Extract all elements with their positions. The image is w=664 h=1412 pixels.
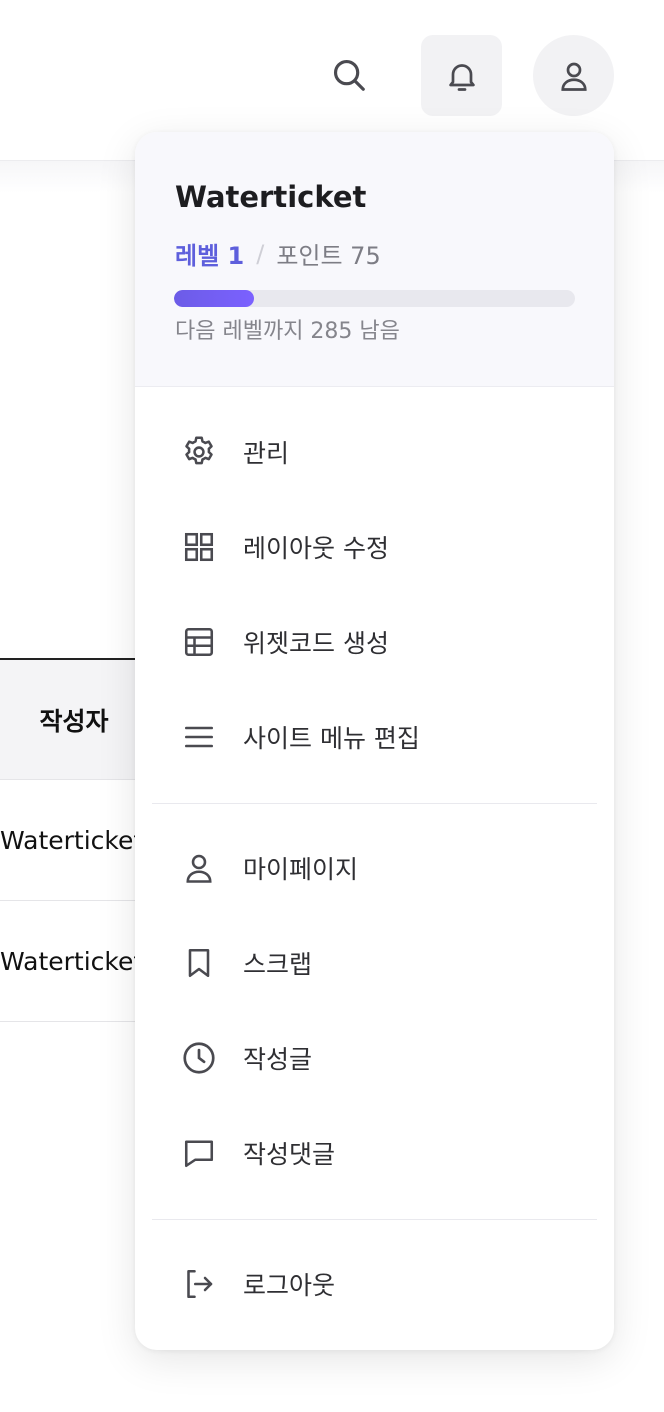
table-row[interactable]: Waterticket xyxy=(0,780,140,901)
table-icon xyxy=(179,622,219,662)
post-table: 작성자 Waterticket Waterticket xyxy=(0,658,140,1022)
menu-item-site-menu[interactable]: 사이트 메뉴 편집 xyxy=(135,697,614,777)
menu-divider xyxy=(152,803,597,804)
level-label: 레벨 1 xyxy=(175,242,245,270)
grid-icon xyxy=(179,527,219,567)
level-progress-fill xyxy=(174,290,255,307)
next-level-text: 다음 레벨까지 285 남음 xyxy=(175,319,400,344)
menu-item-my-posts[interactable]: 작성글 xyxy=(135,1018,614,1098)
separator: / xyxy=(256,239,265,268)
user-icon xyxy=(556,58,592,94)
menu-item-label: 스크랩 xyxy=(243,950,313,979)
profile-panel: Waterticket 레벨 1 / 포인트 75 다음 레벨까지 285 남음 xyxy=(135,132,614,387)
menu-item-logout[interactable]: 로그아웃 xyxy=(135,1244,614,1324)
username: Waterticket xyxy=(175,180,367,214)
menu-item-my-comments[interactable]: 작성댓글 xyxy=(135,1113,614,1193)
menu-item-edit-layout[interactable]: 레이아웃 수정 xyxy=(135,507,614,587)
menu-item-widget-code[interactable]: 위젯코드 생성 xyxy=(135,602,614,682)
menu-item-scrap[interactable]: 스크랩 xyxy=(135,923,614,1003)
notification-button[interactable] xyxy=(421,35,502,116)
menu-item-label: 레이아웃 수정 xyxy=(243,534,389,563)
menu-item-label: 위젯코드 생성 xyxy=(243,629,389,658)
author-cell: Waterticket xyxy=(0,825,140,855)
menu-item-label: 사이트 메뉴 편집 xyxy=(243,724,420,753)
search-icon xyxy=(330,56,368,94)
menu-item-label: 작성글 xyxy=(243,1045,313,1074)
menu-item-admin[interactable]: 관리 xyxy=(135,412,614,492)
clock-icon xyxy=(179,1038,219,1078)
menu-item-label: 마이페이지 xyxy=(243,855,359,884)
menu-icon xyxy=(179,717,219,757)
level-progress-bar xyxy=(174,290,575,307)
menu-item-label: 로그아웃 xyxy=(243,1271,336,1300)
author-cell: Waterticket xyxy=(0,946,140,976)
table-row[interactable]: Waterticket xyxy=(0,901,140,1022)
menu-item-label: 작성댓글 xyxy=(243,1140,336,1169)
bookmark-icon xyxy=(179,943,219,983)
column-header-author: 작성자 xyxy=(0,658,140,780)
level-row: 레벨 1 / 포인트 75 xyxy=(175,236,381,271)
menu-divider xyxy=(152,1219,597,1220)
user-icon xyxy=(179,848,219,888)
logout-icon xyxy=(179,1264,219,1304)
gear-icon xyxy=(179,432,219,472)
user-dropdown: Waterticket 레벨 1 / 포인트 75 다음 레벨까지 285 남음… xyxy=(135,132,614,1350)
profile-button[interactable] xyxy=(533,35,614,116)
comment-icon xyxy=(179,1133,219,1173)
points-label: 포인트 75 xyxy=(276,242,381,270)
menu-item-label: 관리 xyxy=(243,439,290,468)
bell-icon xyxy=(444,58,480,94)
menu-item-mypage[interactable]: 마이페이지 xyxy=(135,828,614,908)
search-button[interactable] xyxy=(328,54,370,96)
